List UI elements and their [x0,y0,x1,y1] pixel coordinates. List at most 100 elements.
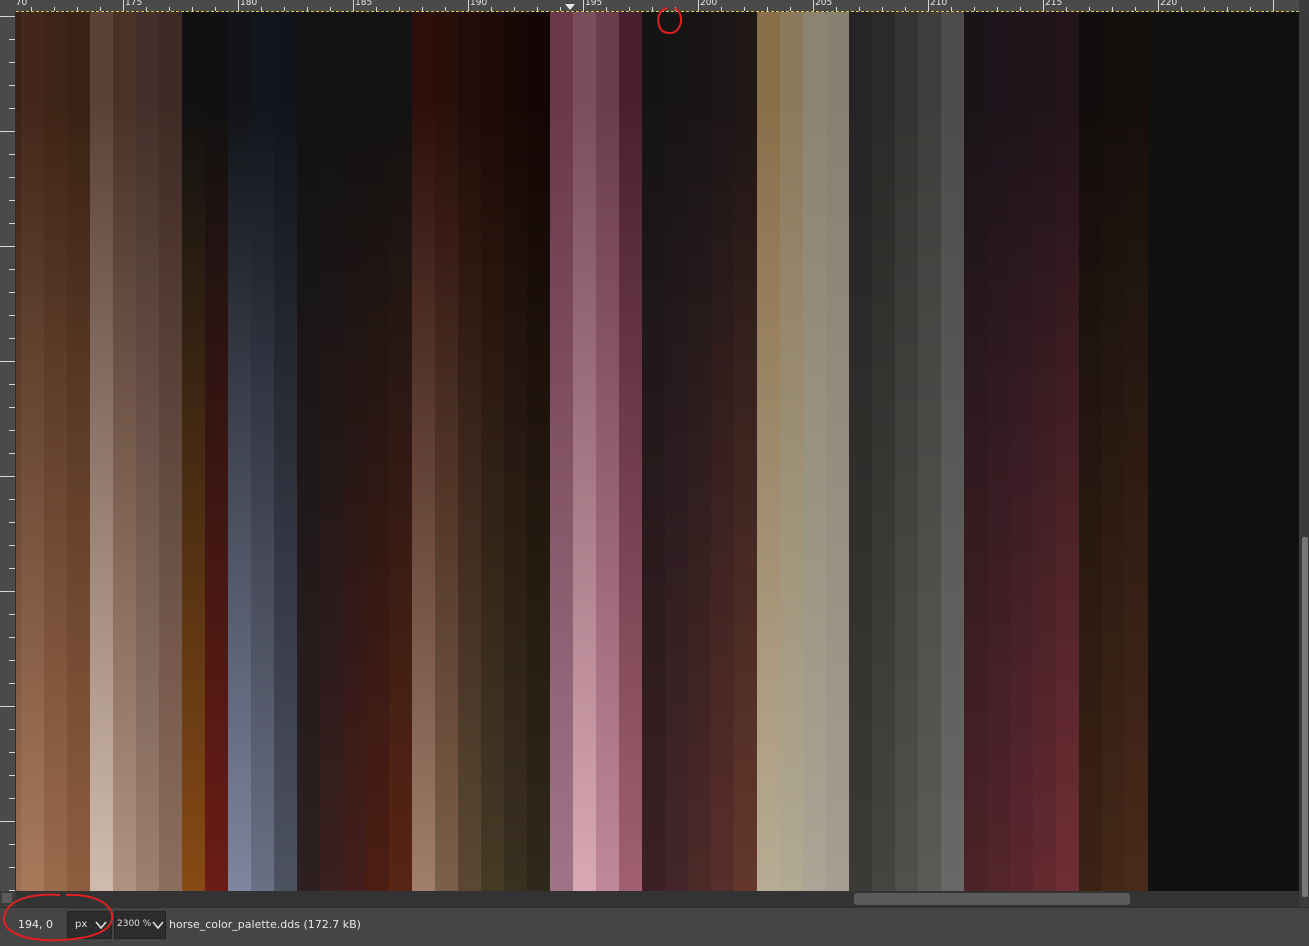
pixel-column [642,12,665,891]
pixel-column [665,12,688,891]
pixel-column [780,12,803,891]
pixel-column [481,12,504,891]
ruler-tick [0,706,15,707]
pixel-column [941,12,964,891]
pixel-column [90,12,113,891]
ruler-pointer-marker [565,4,575,10]
ruler-label: 220 [1160,0,1178,8]
ruler-label: 200 [700,0,718,8]
ruler-tick [9,683,15,684]
pixel-column [1125,12,1148,891]
ruler-corner [0,0,16,12]
ruler-tick [9,62,15,63]
ruler-tick [9,453,15,454]
ruler-tick [0,476,15,477]
unit-value: px [75,919,88,930]
layer-boundary [16,11,1299,12]
ruler-tick [9,568,15,569]
ruler-tick [9,637,15,638]
pixel-column [849,12,872,891]
image-canvas[interactable] [16,12,1299,891]
pixel-column [297,12,320,891]
ruler-tick [9,844,15,845]
ruler-tick [0,591,15,592]
pixel-column [1102,12,1125,891]
pixel-column [1079,12,1102,891]
ruler-tick [238,0,239,11]
pixel-column [274,12,297,891]
vertical-scrollbar[interactable] [1300,12,1309,897]
ruler-tick [9,200,15,201]
pixel-column [734,12,757,891]
ruler-label: 210 [930,0,948,8]
ruler-tick [9,85,15,86]
pixel-column [895,12,918,891]
pixel-column [504,12,527,891]
ruler-tick [698,0,699,11]
ruler-tick [9,614,15,615]
pixel-column [918,12,941,891]
status-bar: 194, 0 px 2300 % horse_color_palette.dds… [0,907,1309,946]
ruler-tick [928,0,929,11]
pixel-column [987,12,1010,891]
ruler-tick [123,0,124,11]
pixel-column [711,12,734,891]
pixel-column [619,12,642,891]
pixel-column [343,12,366,891]
pixel-column [251,12,274,891]
vertical-ruler[interactable] [0,12,16,891]
ruler-tick [9,430,15,431]
pixel-column [527,12,550,891]
ruler-tick [9,798,15,799]
zoom-select[interactable]: 2300 % [114,911,166,939]
pixel-column [136,12,159,891]
pixel-column [228,12,251,891]
pixel-column [803,12,826,891]
ruler-label: 185 [355,0,373,8]
pixel-column [389,12,412,891]
ruler-tick [0,361,15,362]
ruler-tick [9,223,15,224]
ruler-tick [9,292,15,293]
navigate-button[interactable] [2,893,12,903]
ruler-tick [9,407,15,408]
ruler-tick [9,384,15,385]
ruler-label: 180 [240,0,258,8]
ruler-tick [9,39,15,40]
ruler-tick [813,0,814,11]
pixel-column [688,12,711,891]
ruler-tick [9,499,15,500]
pixel-column [366,12,389,891]
pixel-column [550,12,573,891]
horizontal-scrollbar[interactable] [16,891,1299,907]
pixel-column [205,12,228,891]
ruler-tick [1158,0,1159,11]
ruler-label: 170 [16,0,28,8]
pixel-column [113,12,136,891]
ruler-tick [9,177,15,178]
pixel-column [159,12,182,891]
pixel-column [872,12,895,891]
ruler-tick [9,108,15,109]
ruler-tick [9,729,15,730]
ruler-tick [9,269,15,270]
ruler-label: 190 [470,0,488,8]
ruler-tick [1043,0,1044,11]
pixel-column [67,12,90,891]
ruler-tick [9,315,15,316]
ruler-tick [9,338,15,339]
horizontal-scrollbar-thumb[interactable] [854,893,1130,905]
ruler-tick [9,660,15,661]
pixel-column [573,12,596,891]
vertical-scrollbar-thumb[interactable] [1302,537,1308,897]
ruler-tick [0,131,15,132]
pixel-column [44,12,67,891]
ruler-label: 205 [815,0,833,8]
pixel-column [596,12,619,891]
chevron-down-icon [95,921,107,930]
pixel-column [757,12,780,891]
ruler-tick [468,0,469,11]
unit-select[interactable]: px [67,911,112,939]
ruler-tick [0,821,15,822]
ruler-label: 175 [125,0,143,8]
